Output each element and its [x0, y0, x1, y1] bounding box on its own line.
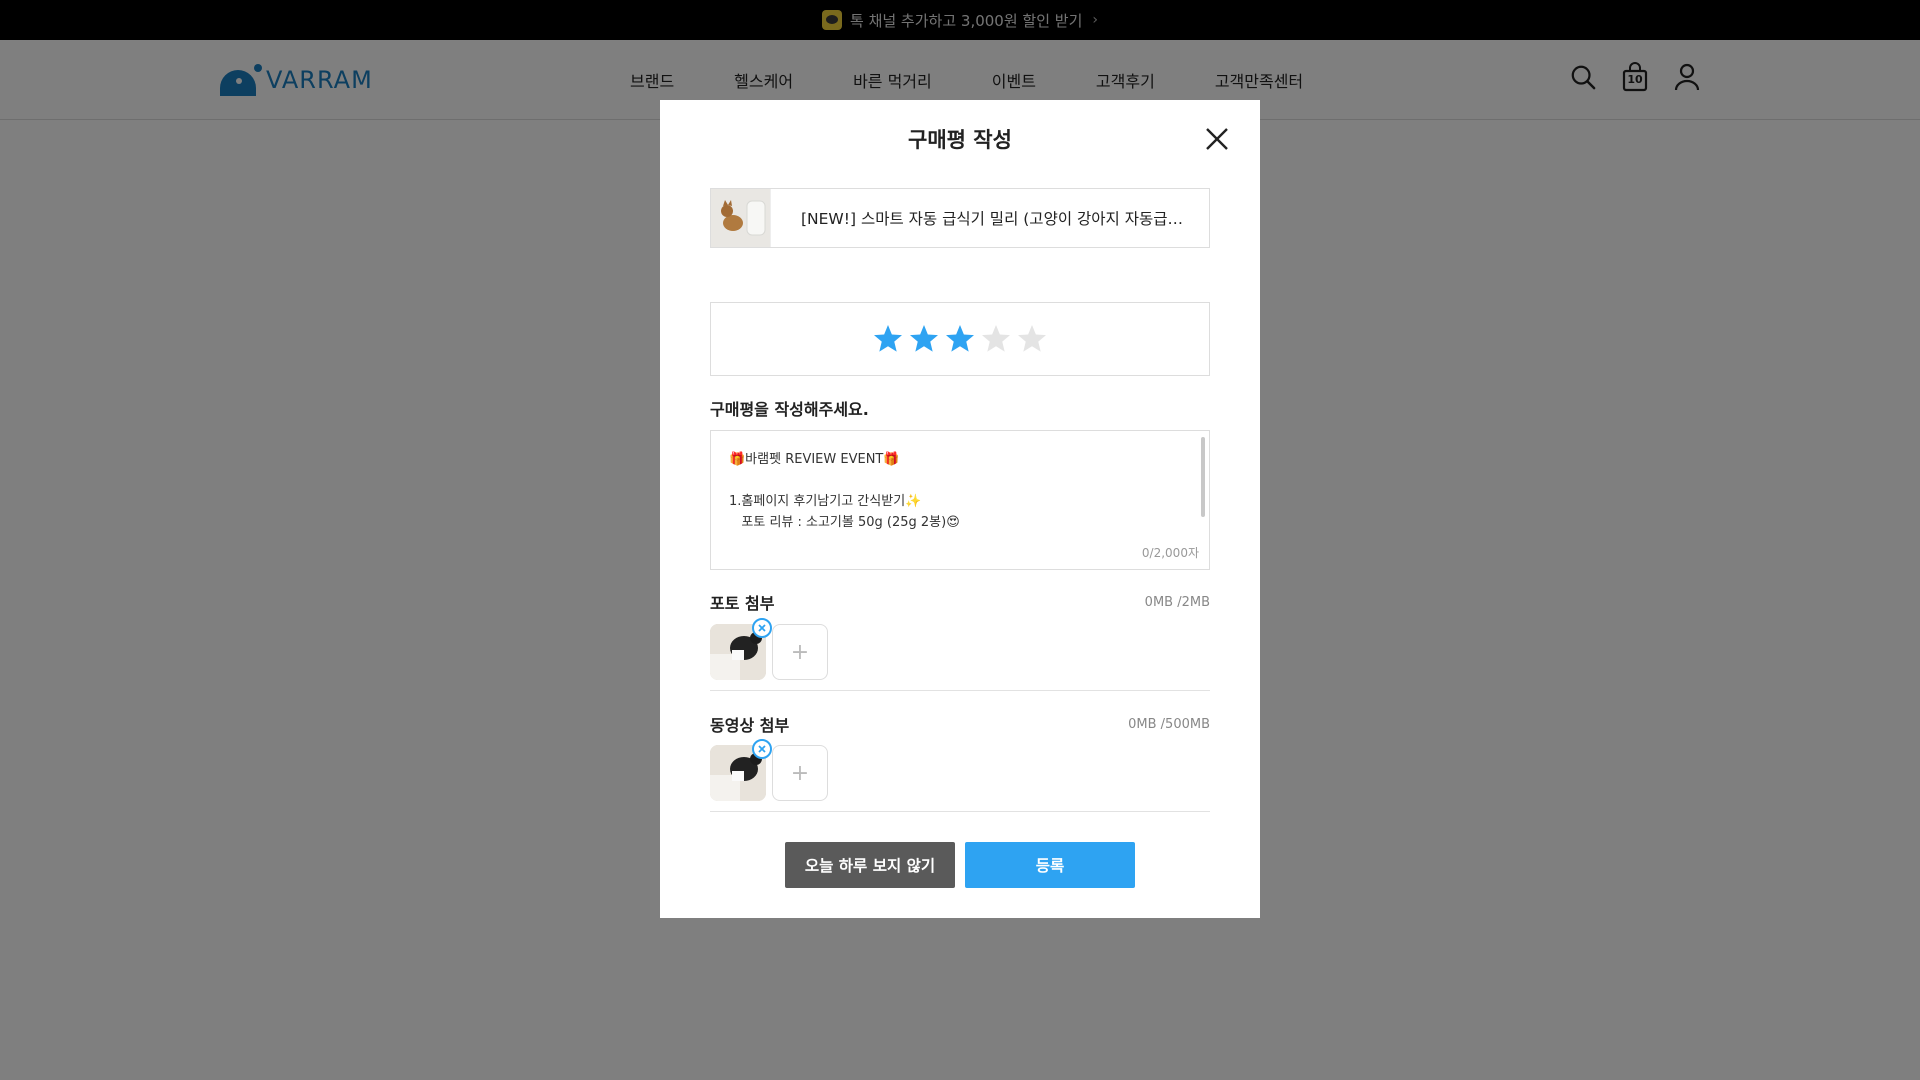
submit-button[interactable]: 등록 — [965, 842, 1135, 888]
star-icon[interactable] — [872, 323, 904, 355]
photo-size-limit: 0MB /2MB — [1144, 594, 1210, 610]
video-size-limit: 0MB /500MB — [1128, 716, 1210, 732]
star-icon[interactable] — [944, 323, 976, 355]
photo-attachment[interactable] — [710, 618, 772, 680]
video-section-header: 동영상 첨부 0MB /500MB — [710, 712, 1210, 736]
product-info: [NEW!] 스마트 자동 급식기 밀리 (고양이 강아지 자동급식... — [710, 188, 1210, 248]
photo-attachments: + — [710, 618, 828, 680]
review-label: 구매평을 작성해주세요. — [710, 400, 869, 419]
product-thumbnail — [711, 189, 771, 247]
dismiss-today-button[interactable]: 오늘 하루 보지 않기 — [785, 842, 955, 888]
add-video-button[interactable]: + — [772, 745, 828, 801]
video-attachment[interactable] — [710, 739, 772, 801]
review-textarea[interactable]: 🎁바램펫 REVIEW EVENT🎁 1.홈페이지 후기남기고 간식받기✨ 포토… — [710, 430, 1210, 570]
star-icon[interactable] — [980, 323, 1012, 355]
char-count: 0/2,000자 — [1141, 546, 1199, 560]
review-text[interactable]: 🎁바램펫 REVIEW EVENT🎁 1.홈페이지 후기남기고 간식받기✨ 포토… — [729, 449, 1189, 533]
review-scrollbar[interactable] — [1201, 437, 1205, 517]
modal-title: 구매평 작성 — [908, 128, 1012, 152]
product-name: [NEW!] 스마트 자동 급식기 밀리 (고양이 강아지 자동급식... — [801, 210, 1197, 228]
photo-section-header: 포토 첨부 0MB /2MB — [710, 590, 1210, 614]
star-icon[interactable] — [1016, 323, 1048, 355]
remove-video-icon[interactable] — [752, 739, 772, 759]
star-rating — [710, 302, 1210, 376]
star-icon[interactable] — [908, 323, 940, 355]
divider — [710, 690, 1210, 691]
close-icon[interactable] — [1204, 126, 1230, 152]
video-section-title: 동영상 첨부 — [710, 716, 790, 735]
add-photo-button[interactable]: + — [772, 624, 828, 680]
remove-photo-icon[interactable] — [752, 618, 772, 638]
divider — [710, 811, 1210, 812]
video-attachments: + — [710, 739, 828, 801]
photo-section-title: 포토 첨부 — [710, 594, 775, 613]
review-modal: 구매평 작성 [NEW!] 스마트 자동 급식기 밀리 (고양이 강아지 자동급… — [660, 100, 1260, 918]
